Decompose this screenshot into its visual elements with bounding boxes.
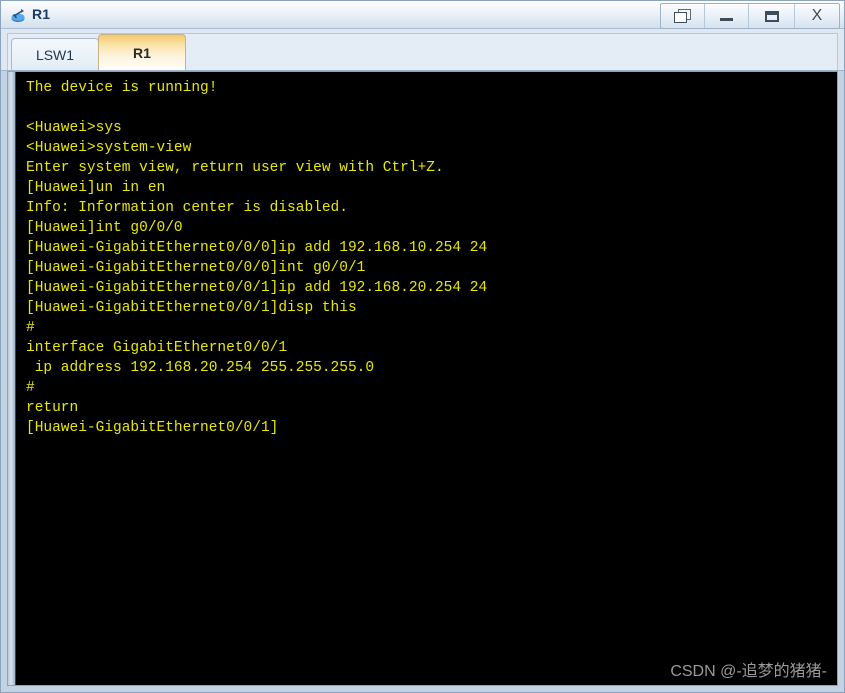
terminal-line: [Huawei-GigabitEthernet0/0/0]int g0/0/1 [26, 260, 366, 276]
maximize-button[interactable] [749, 4, 795, 28]
tab-bar: LSW1 R1 [1, 29, 844, 71]
terminal-line: Info: Information center is disabled. [26, 200, 348, 216]
terminal-line: ip address 192.168.20.254 255.255.255.0 [26, 360, 375, 376]
minimize-icon [720, 18, 733, 21]
close-button[interactable]: X [795, 4, 839, 28]
router-icon [8, 5, 28, 25]
terminal-line: # [26, 320, 35, 336]
tab-label: LSW1 [35, 46, 75, 63]
window-title: R1 [32, 6, 51, 22]
terminal-line: [Huawei]un in en [26, 180, 166, 196]
terminal-line: return [26, 400, 79, 416]
terminal-line: [Huawei]int g0/0/0 [26, 220, 183, 236]
restore-button[interactable] [661, 4, 705, 28]
tab-lsw1[interactable]: LSW1 [11, 38, 99, 70]
terminal-line: <Huawei>system-view [26, 140, 192, 156]
tab-r1[interactable]: R1 [98, 34, 186, 70]
terminal-line: interface GigabitEthernet0/0/1 [26, 340, 288, 356]
terminal-line: [Huawei-GigabitEthernet0/0/1]disp this [26, 300, 357, 316]
watermark: CSDN @-追梦的猪猪- [670, 663, 827, 680]
terminal-screen[interactable]: The device is running! <Huawei>sys <Huawe… [16, 72, 837, 685]
terminal-line: [Huawei-GigabitEthernet0/0/1]ip add 192.… [26, 280, 488, 296]
terminal-line: [Huawei-GigabitEthernet0/0/1] [26, 420, 279, 436]
restore-icon [673, 8, 692, 24]
terminal-line: Enter system view, return user view with… [26, 160, 444, 176]
close-icon: X [811, 7, 823, 24]
terminal-line: The device is running! [26, 80, 218, 96]
device-cli-window: R1 X LSW1 R1 The device is running! <Hua… [0, 0, 845, 693]
minimize-button[interactable] [705, 4, 749, 28]
window-controls: X [660, 3, 840, 29]
terminal-container: The device is running! <Huawei>sys <Huawe… [1, 71, 844, 692]
tab-label: R1 [133, 44, 151, 61]
terminal-scrollbar[interactable] [8, 72, 16, 685]
tab-strip: LSW1 R1 [7, 33, 838, 70]
terminal-line: [Huawei-GigabitEthernet0/0/0]ip add 192.… [26, 240, 488, 256]
maximize-icon [764, 10, 779, 22]
terminal-frame: The device is running! <Huawei>sys <Huawe… [7, 71, 838, 686]
terminal-line: <Huawei>sys [26, 120, 122, 136]
terminal-line: # [26, 380, 35, 396]
title-bar: R1 X [1, 1, 844, 29]
terminal-output: The device is running! <Huawei>sys <Huawe… [26, 78, 837, 438]
